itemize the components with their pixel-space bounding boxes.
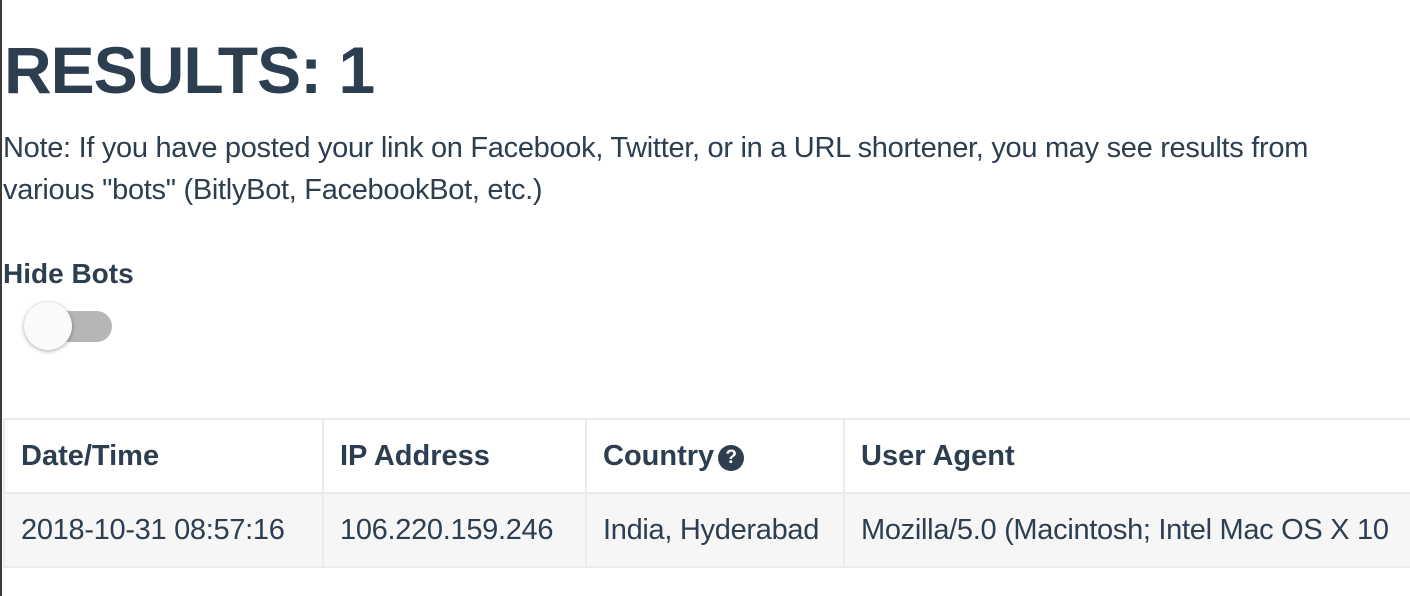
cell-country: India, Hyderabad <box>585 492 845 568</box>
table-header-row: Date/Time IP Address Country? User Agent <box>3 418 1410 494</box>
column-header-country: Country? <box>585 418 845 494</box>
column-header-ip-address: IP Address <box>322 418 587 494</box>
column-header-datetime: Date/Time <box>3 418 324 494</box>
column-header-datetime-label: Date/Time <box>21 439 160 472</box>
results-table: Date/Time IP Address Country? User Agent… <box>3 418 1410 568</box>
column-header-user-agent: User Agent <box>843 418 1410 494</box>
bots-note: Note: If you have posted your link on Fa… <box>3 132 1309 206</box>
window-left-edge <box>0 0 2 596</box>
cell-user-agent: Mozilla/5.0 (Macintosh; Intel Mac OS X 1… <box>843 492 1410 568</box>
column-header-country-label: Country <box>603 439 715 472</box>
column-header-ip-label: IP Address <box>340 439 490 472</box>
cell-ip-address: 106.220.159.246 <box>322 492 587 568</box>
table-row: 2018-10-31 08:57:16 106.220.159.246 Indi… <box>3 492 1410 568</box>
column-header-user-agent-label: User Agent <box>861 439 1015 472</box>
question-circle-icon[interactable]: ? <box>718 444 745 471</box>
page-title: RESULTS: 1 <box>4 33 375 107</box>
results-table-container: Date/Time IP Address Country? User Agent… <box>3 418 1410 574</box>
toggle-knob <box>24 302 72 350</box>
cell-datetime: 2018-10-31 08:57:16 <box>3 492 324 568</box>
results-page: RESULTS: 1 Note: If you have posted your… <box>0 0 1410 596</box>
hide-bots-toggle[interactable] <box>24 302 114 350</box>
hide-bots-label: Hide Bots <box>3 258 134 289</box>
